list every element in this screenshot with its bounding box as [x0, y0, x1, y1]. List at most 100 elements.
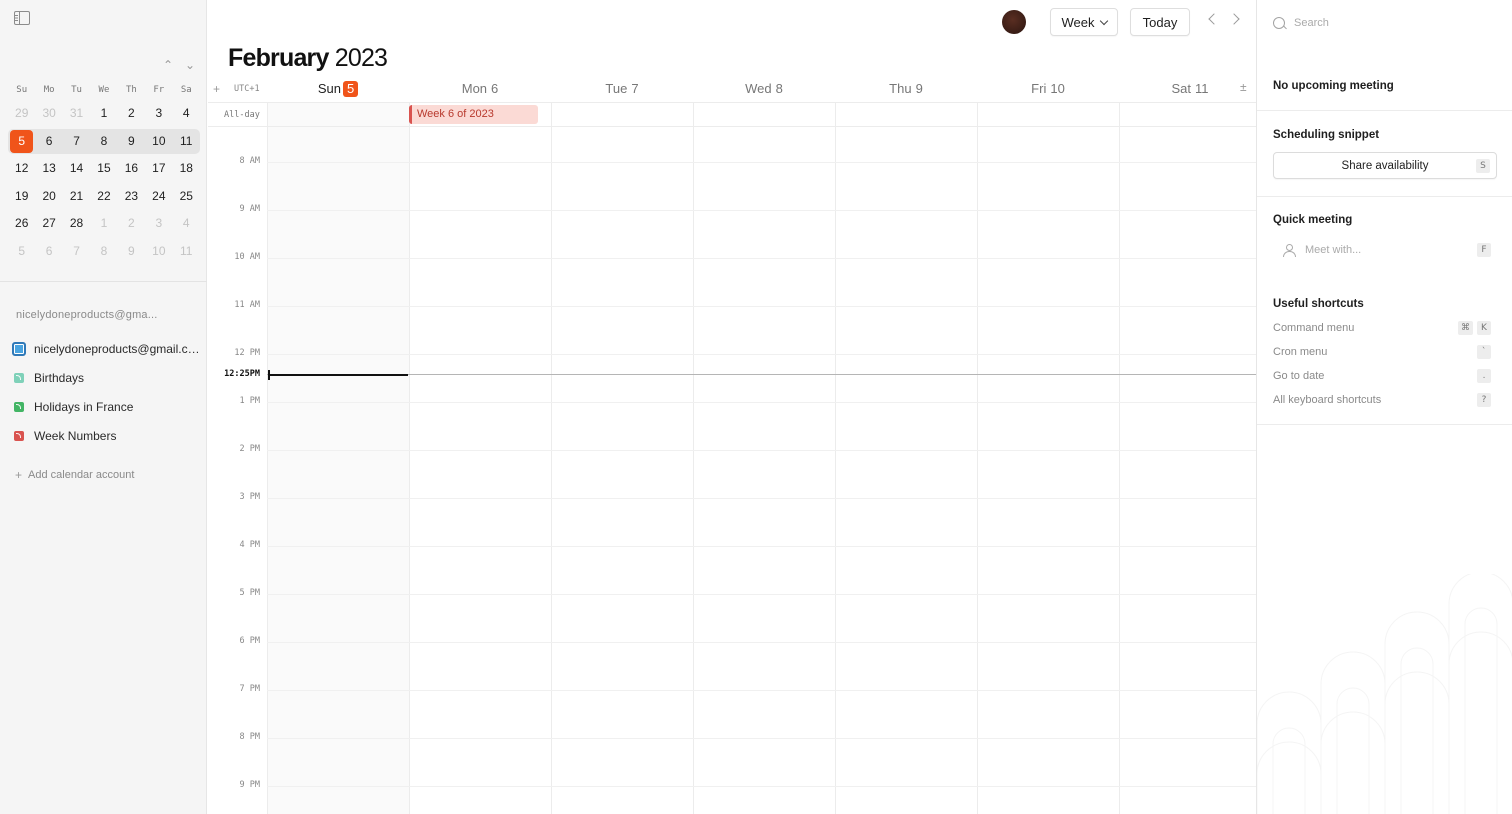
shortcut-item[interactable]: All keyboard shortcuts? [1273, 392, 1491, 408]
month-name: February [228, 44, 329, 72]
mini-calendar-day[interactable]: 20 [35, 185, 62, 208]
mini-calendar-day[interactable]: 7 [63, 240, 90, 263]
mini-calendar-day[interactable]: 30 [35, 102, 62, 125]
mini-calendar-day[interactable]: 13 [35, 157, 62, 180]
mini-calendar-day[interactable]: 6 [35, 130, 62, 153]
today-button[interactable]: Today [1130, 8, 1190, 36]
hour-line [267, 546, 1256, 547]
mini-calendar-day[interactable]: 12 [8, 157, 35, 180]
mini-calendar-day[interactable]: 26 [8, 212, 35, 235]
mini-calendar-today[interactable]: 5 [8, 129, 35, 153]
mini-calendar-day[interactable]: 25 [173, 185, 200, 208]
day-number: 1 [100, 216, 108, 231]
rss-feed-icon[interactable] [14, 401, 24, 412]
mini-calendar-day[interactable]: 4 [173, 212, 200, 235]
mini-calendar-day[interactable]: 28 [63, 212, 90, 235]
mini-calendar-day[interactable]: 24 [145, 185, 172, 208]
meet-with-input[interactable]: Meet with... F [1273, 240, 1497, 260]
mini-calendar-day[interactable]: 27 [35, 212, 62, 235]
next-week-icon[interactable] [1228, 13, 1240, 25]
time-grid[interactable]: All-day Week 6 of 2023 8 AM 9 AM 10 AM 11 A… [208, 102, 1256, 814]
mini-calendar: Su Mo Tu We Th Fr Sa 29 30 31 1 2 3 4 5 6 7 8 9 10 11 12 13 14 1… [8, 80, 200, 265]
mini-calendar-day[interactable]: 10 [145, 240, 172, 263]
add-calendar-account-label: Add calendar account [28, 469, 135, 481]
share-availability-label: Share availability [1341, 159, 1429, 172]
add-calendar-account-button[interactable]: + Add calendar account [15, 468, 134, 482]
day-number: 1 [100, 106, 108, 121]
previous-week-icon[interactable] [1208, 13, 1220, 25]
mini-calendar-day[interactable]: 21 [63, 185, 90, 208]
calendar-item[interactable]: nicelydoneproducts@gmail.com [12, 334, 202, 363]
all-day-event[interactable]: Week 6 of 2023 [409, 105, 538, 124]
chevron-down-icon[interactable]: ⌄ [184, 58, 196, 72]
day-header[interactable]: Wed 8 [693, 78, 835, 100]
mini-calendar-day[interactable]: 9 [118, 240, 145, 263]
mini-calendar-day[interactable]: 7 [63, 130, 90, 153]
mini-calendar-day[interactable]: 31 [63, 102, 90, 125]
shortcut-keys: ` [1477, 345, 1491, 359]
rss-feed-icon[interactable] [14, 430, 24, 441]
calendar-item[interactable]: Birthdays [12, 363, 202, 392]
avatar[interactable] [1002, 10, 1026, 34]
mini-calendar-day[interactable]: 9 [118, 130, 145, 153]
mini-calendar-day[interactable]: 8 [90, 130, 117, 153]
hour-line [267, 210, 1256, 211]
shortcut-label: All keyboard shortcuts [1273, 394, 1382, 406]
mini-calendar-day[interactable]: 1 [90, 102, 117, 125]
calendar-item[interactable]: Holidays in France [12, 392, 202, 421]
day-header[interactable]: Fri 10 [977, 78, 1119, 100]
day-number: 3 [155, 216, 163, 231]
zoom-toggle-icon[interactable]: ± [1240, 80, 1247, 94]
mini-calendar-day[interactable]: 11 [173, 240, 200, 263]
mini-calendar-day[interactable]: 3 [145, 212, 172, 235]
day-header[interactable]: Tue 7 [551, 78, 693, 100]
search-bar[interactable] [1273, 14, 1497, 32]
day-number: 7 [631, 81, 639, 96]
all-day-row[interactable]: All-day Week 6 of 2023 [208, 103, 1256, 127]
view-select-button[interactable]: Week [1050, 8, 1118, 36]
mini-calendar-day[interactable]: 10 [145, 130, 172, 153]
mini-calendar-day[interactable]: 6 [35, 240, 62, 263]
day-header[interactable]: Mon 6 [409, 78, 551, 100]
sidebar-toggle-icon[interactable] [14, 11, 30, 25]
year: 2023 [334, 44, 388, 72]
shortcut-item[interactable]: Cron menu ` [1273, 344, 1491, 360]
mini-calendar-day[interactable]: 29 [8, 102, 35, 125]
week-view: Week Today February 2023 + UTC+1 Sun 5 Mon… [208, 0, 1256, 814]
calendar-list: nicelydoneproducts@gmail.com Birthdays Hol… [12, 334, 202, 450]
day-number: 8 [775, 81, 783, 96]
mini-calendar-day[interactable]: 15 [90, 157, 117, 180]
mini-calendar-day[interactable]: 23 [118, 185, 145, 208]
mini-calendar-day[interactable]: 2 [118, 102, 145, 125]
mini-calendar-day[interactable]: 8 [90, 240, 117, 263]
mini-calendar-day[interactable]: 19 [8, 185, 35, 208]
add-timezone-icon[interactable]: + [213, 82, 220, 96]
hour-line [267, 786, 1256, 787]
mini-calendar-day[interactable]: 4 [173, 102, 200, 125]
mini-calendar-day[interactable]: 2 [118, 212, 145, 235]
shortcut-item[interactable]: Go to date. [1273, 368, 1491, 384]
day-number: 24 [152, 188, 166, 203]
mini-calendar-day[interactable]: 3 [145, 102, 172, 125]
mini-calendar-day[interactable]: 16 [118, 157, 145, 180]
mini-calendar-day[interactable]: 18 [173, 157, 200, 180]
calendar-item[interactable]: Week Numbers [12, 421, 202, 450]
calendar-checkbox-icon[interactable] [12, 341, 26, 356]
mini-calendar-day[interactable]: 22 [90, 185, 117, 208]
day-number: 6 [45, 133, 53, 148]
chevron-up-icon[interactable]: ⌃ [162, 58, 174, 72]
mini-calendar-day[interactable]: 17 [145, 157, 172, 180]
mini-calendar-day[interactable]: 1 [90, 212, 117, 235]
day-header[interactable]: Thu 9 [835, 78, 977, 100]
rss-feed-icon[interactable] [14, 372, 24, 383]
share-availability-button[interactable]: Share availability S [1273, 152, 1497, 179]
calendar-name: nicelydoneproducts@gmail.com [34, 341, 202, 356]
weekday-header: Fr [153, 85, 165, 95]
search-input[interactable] [1294, 17, 1474, 29]
meet-with-placeholder: Meet with... [1305, 244, 1362, 256]
mini-calendar-day[interactable]: 14 [63, 157, 90, 180]
shortcut-item[interactable]: Command menu ⌘ K [1273, 320, 1491, 336]
mini-calendar-day[interactable]: 5 [8, 240, 35, 263]
day-header[interactable]: Sun 5 [267, 78, 409, 100]
mini-calendar-day[interactable]: 11 [173, 130, 200, 153]
